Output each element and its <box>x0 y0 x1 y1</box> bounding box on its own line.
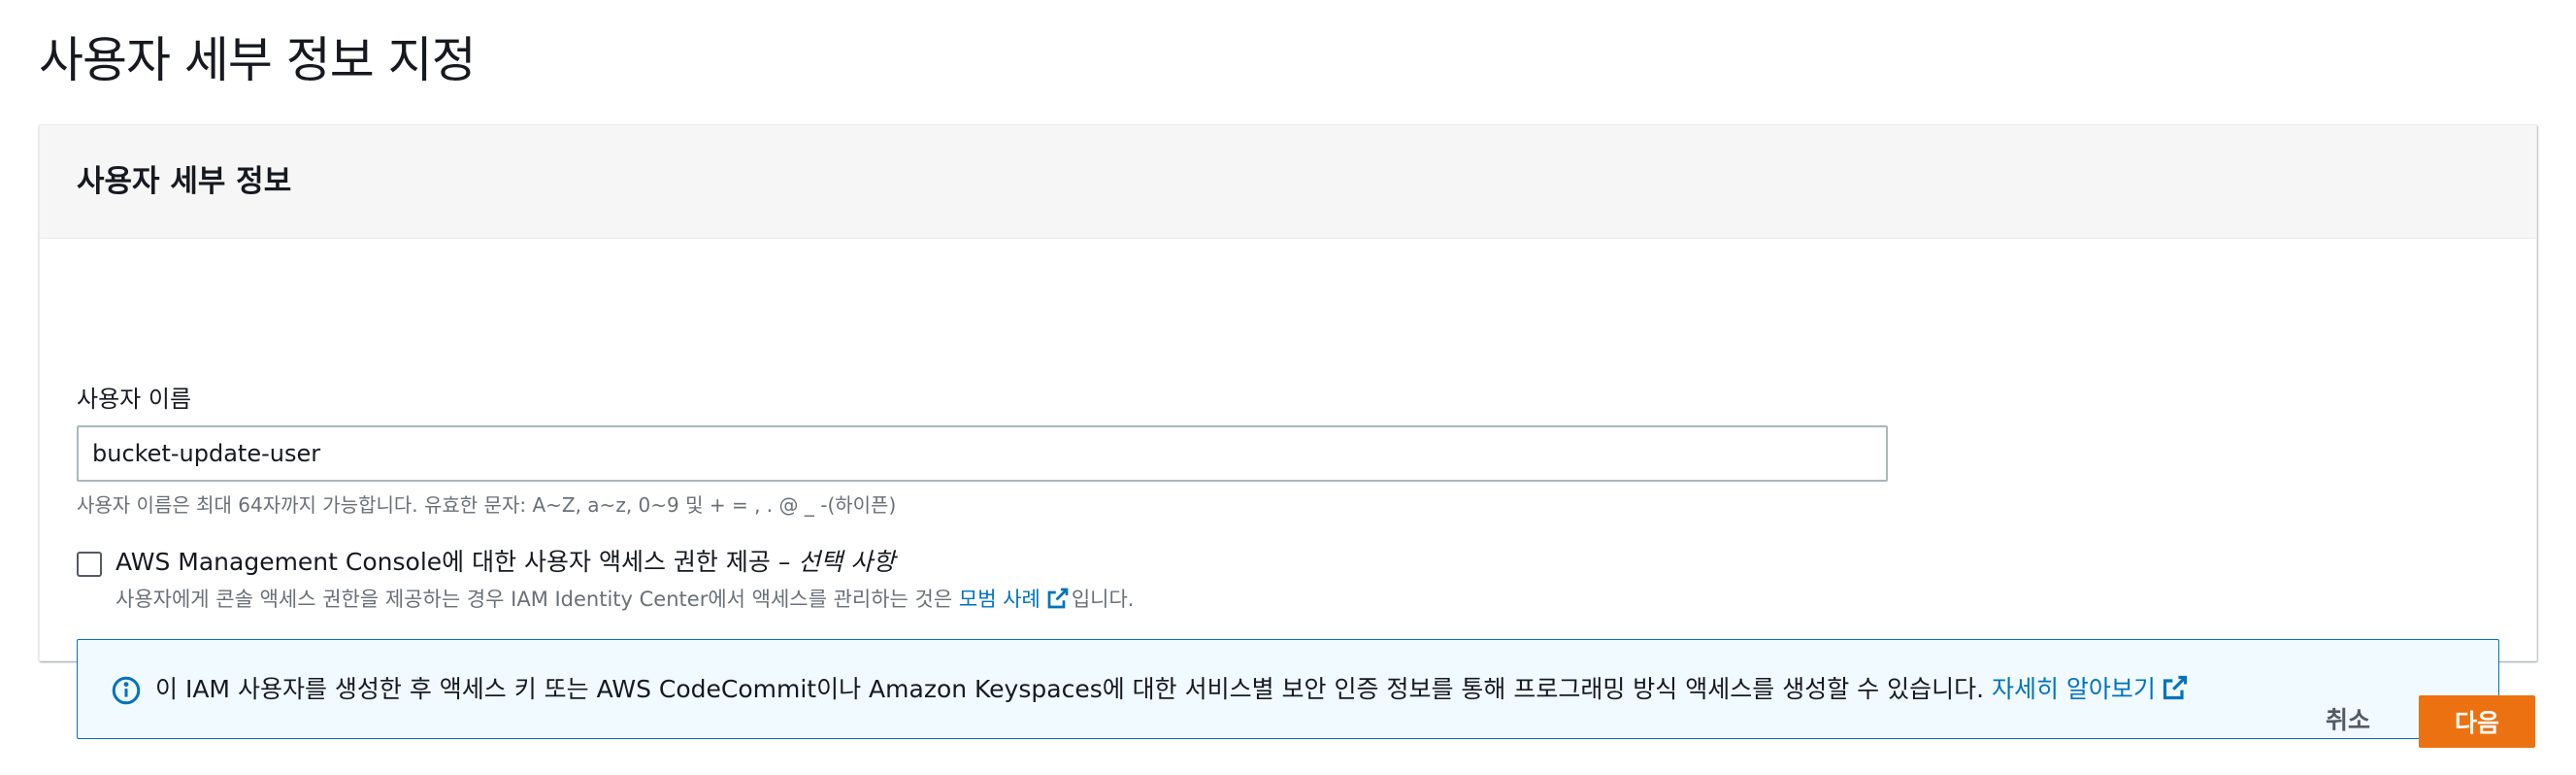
learn-more-link-text: 자세히 알아보기 <box>1991 675 2156 703</box>
console-access-label-text: AWS Management Console에 대한 사용자 액세스 권한 제공… <box>116 548 799 576</box>
user-details-container: 사용자 세부 정보 사용자 이름 사용자 이름은 최대 64자까지 가능합니다.… <box>39 124 2537 739</box>
container-header: 사용자 세부 정보 <box>40 125 2536 239</box>
console-access-label[interactable]: AWS Management Console에 대한 사용자 액세스 권한 제공… <box>116 545 895 580</box>
username-label: 사용자 이름 <box>77 386 192 413</box>
next-button[interactable]: 다음 <box>2419 695 2535 748</box>
best-practice-link[interactable]: 모범 사례 <box>959 588 1072 611</box>
cancel-button[interactable]: 취소 <box>2326 701 2370 740</box>
console-access-description: 사용자에게 콘솔 액세스 권한을 제공하는 경우 IAM Identity Ce… <box>116 584 1134 615</box>
username-constraint-hint: 사용자 이름은 최대 64자까지 가능합니다. 유효한 문자: A~Z, a~z… <box>77 493 897 517</box>
console-access-desc-prefix: 사용자에게 콘솔 액세스 권한을 제공하는 경우 IAM Identity Ce… <box>116 588 959 611</box>
page-title: 사용자 세부 정보 지정 <box>39 32 477 88</box>
info-alert-message: 이 IAM 사용자를 생성한 후 액세스 키 또는 AWS CodeCommit… <box>155 672 2191 707</box>
external-link-icon <box>1047 588 1069 609</box>
optional-tag: 선택 사항 <box>798 548 896 576</box>
best-practice-link-text: 모범 사례 <box>958 588 1040 611</box>
info-alert: 이 IAM 사용자를 생성한 후 액세스 키 또는 AWS CodeCommit… <box>77 639 2499 739</box>
section-title: 사용자 세부 정보 <box>77 164 292 199</box>
info-icon <box>112 676 141 705</box>
console-access-desc-suffix: 입니다. <box>1071 588 1135 611</box>
username-input[interactable] <box>77 425 1888 482</box>
external-link-icon <box>2163 675 2188 700</box>
info-alert-text: 이 IAM 사용자를 생성한 후 액세스 키 또는 AWS CodeCommit… <box>155 675 1992 703</box>
console-access-checkbox[interactable] <box>77 552 102 577</box>
learn-more-link[interactable]: 자세히 알아보기 <box>1992 675 2191 703</box>
